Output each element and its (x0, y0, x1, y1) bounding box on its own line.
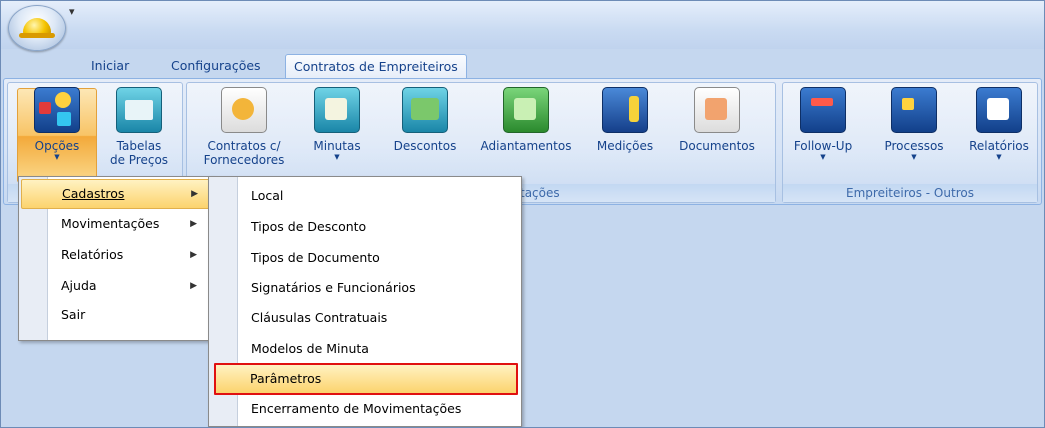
relatorios-button[interactable]: Relatórios ▼ (965, 87, 1033, 162)
options-menu: Cadastros ▶ Movimentações ▶ Relatórios ▶… (18, 176, 214, 341)
tab-configuracoes[interactable]: Configurações (163, 54, 269, 79)
documentos-button[interactable]: Documentos (671, 87, 763, 153)
tab-contratos-de-empreiteiros[interactable]: Contratos de Empreiteiros (285, 54, 467, 80)
ribbon-tabs: Iniciar Configurações Contratos de Empre… (1, 49, 1044, 80)
submenu-item-tipos-de-documento[interactable]: Tipos de Documento (211, 242, 517, 273)
submenu-arrow-icon: ▶ (190, 219, 197, 229)
reports-icon (976, 87, 1022, 133)
measurement-chart-icon (602, 87, 648, 133)
submenu-item-encerramento-de-movimentacoes[interactable]: Encerramento de Movimentações (211, 393, 517, 424)
submenu-item-tipos-de-desconto[interactable]: Tipos de Desconto (211, 211, 517, 242)
contratos-fornecedores-button[interactable]: Contratos c/ Fornecedores (199, 87, 289, 167)
tab-iniciar[interactable]: Iniciar (83, 54, 137, 79)
submenu-arrow-icon: ▶ (190, 250, 197, 260)
menu-item-cadastros[interactable]: Cadastros ▶ (21, 179, 211, 209)
submenu-item-signatarios-e-funcionarios[interactable]: Signatários e Funcionários (211, 272, 517, 303)
options-icon (34, 87, 80, 133)
adiantamentos-button[interactable]: Adiantamentos (471, 87, 581, 153)
documents-icon (694, 87, 740, 133)
follow-up-button[interactable]: Follow-Up ▼ (789, 87, 857, 162)
submenu-item-clausulas-contratuais[interactable]: Cláusulas Contratuais (211, 302, 517, 333)
quick-access-dropdown[interactable]: ▾ (69, 5, 75, 18)
descontos-button[interactable]: Descontos (387, 87, 463, 153)
submenu-arrow-icon: ▶ (191, 189, 198, 199)
tabelas-de-precos-button[interactable]: Tabelas de Preços (100, 87, 178, 167)
opcoes-button-content[interactable]: Opções ▼ (18, 87, 96, 162)
submenu-item-modelos-de-minuta[interactable]: Modelos de Minuta (211, 333, 517, 364)
submenu-item-parametros[interactable]: Parâmetros (214, 363, 518, 395)
medicoes-button[interactable]: Medições (591, 87, 659, 153)
group-label-empreiteiros-outros: Empreiteiros - Outros (783, 184, 1037, 202)
advance-payment-icon (503, 87, 549, 133)
contract-icon (221, 87, 267, 133)
application-window: ▾ Iniciar Configurações Contratos de Emp… (0, 0, 1045, 428)
menu-item-sair[interactable]: Sair (21, 301, 209, 329)
ribbon-group-outros: Follow-Up ▼ Processos ▼ Relatórios ▼ Emp… (782, 82, 1038, 203)
title-bar: ▾ (1, 1, 1044, 51)
processos-button[interactable]: Processos ▼ (879, 87, 949, 162)
submenu-arrow-icon: ▶ (190, 281, 197, 291)
menu-item-relatorios[interactable]: Relatórios ▶ (21, 241, 209, 269)
opcoes-label: Opções (34, 139, 80, 153)
minutes-icon (314, 87, 360, 133)
discount-icon (402, 87, 448, 133)
price-table-icon (116, 87, 162, 133)
submenu-item-local[interactable]: Local (211, 180, 517, 211)
minutas-button[interactable]: Minutas ▼ (307, 87, 367, 162)
follow-up-icon (800, 87, 846, 133)
application-orb-button[interactable] (8, 5, 66, 51)
menu-item-ajuda[interactable]: Ajuda ▶ (21, 272, 209, 300)
processes-icon (891, 87, 937, 133)
menu-item-movimentacoes[interactable]: Movimentações ▶ (21, 210, 209, 238)
cadastros-submenu: Local Tipos de Desconto Tipos de Documen… (208, 176, 522, 427)
